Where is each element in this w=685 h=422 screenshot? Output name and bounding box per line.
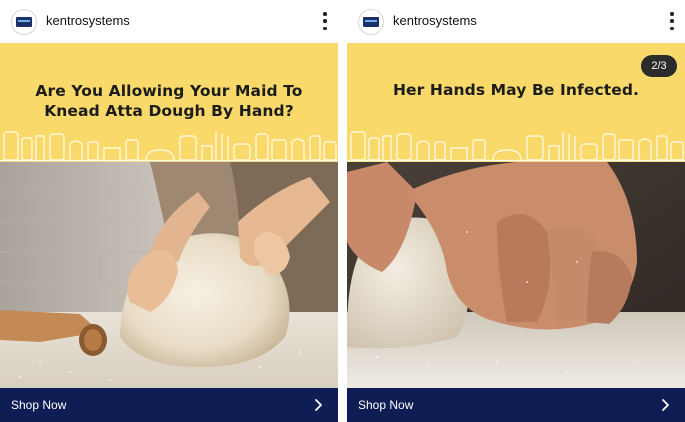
post-header: kentrosystems	[0, 0, 338, 43]
sponsored-post-1: kentrosystems Are You Allowing Your Maid…	[0, 0, 338, 422]
kitchen-line-art	[0, 131, 338, 162]
instagram-feed-screenshot: kentrosystems Are You Allowing Your Maid…	[0, 0, 685, 422]
slide-counter: 2/3	[641, 55, 677, 77]
account-avatar[interactable]	[11, 9, 37, 35]
hands-in-dough-photo	[347, 162, 685, 388]
chevron-right-icon	[315, 399, 322, 411]
shop-now-button[interactable]: Shop Now	[347, 388, 685, 422]
account-username[interactable]: kentrosystems	[46, 13, 130, 28]
more-options-icon[interactable]	[322, 12, 328, 30]
post-divider	[338, 0, 347, 422]
chevron-right-icon	[662, 399, 669, 411]
ad-banner: Are You Allowing Your Maid To Knead Atta…	[0, 43, 338, 162]
kitchen-line-art	[347, 131, 685, 162]
sponsored-post-2: kentrosystems Her Hands May Be Infected.	[347, 0, 685, 422]
account-username[interactable]: kentrosystems	[393, 13, 477, 28]
kent-logo-icon	[16, 17, 32, 27]
ad-headline: Her Hands May Be Infected.	[347, 80, 685, 100]
account-avatar[interactable]	[358, 9, 384, 35]
shop-now-label: Shop Now	[358, 398, 414, 412]
headline-line-1: Her Hands May Be Infected.	[392, 81, 640, 99]
shop-now-button[interactable]: Shop Now	[0, 388, 338, 422]
ad-banner: Her Hands May Be Infected.	[347, 43, 685, 162]
shop-now-label: Shop Now	[11, 398, 67, 412]
ad-headline: Are You Allowing Your Maid To Knead Atta…	[0, 81, 338, 121]
more-options-icon[interactable]	[669, 12, 675, 30]
kent-logo-icon	[363, 17, 379, 27]
headline-line-2: Knead Atta Dough By Hand?	[44, 102, 294, 120]
post-header: kentrosystems	[347, 0, 685, 43]
headline-line-1: Are You Allowing Your Maid To	[35, 82, 303, 100]
dough-kneading-photo	[0, 162, 338, 388]
